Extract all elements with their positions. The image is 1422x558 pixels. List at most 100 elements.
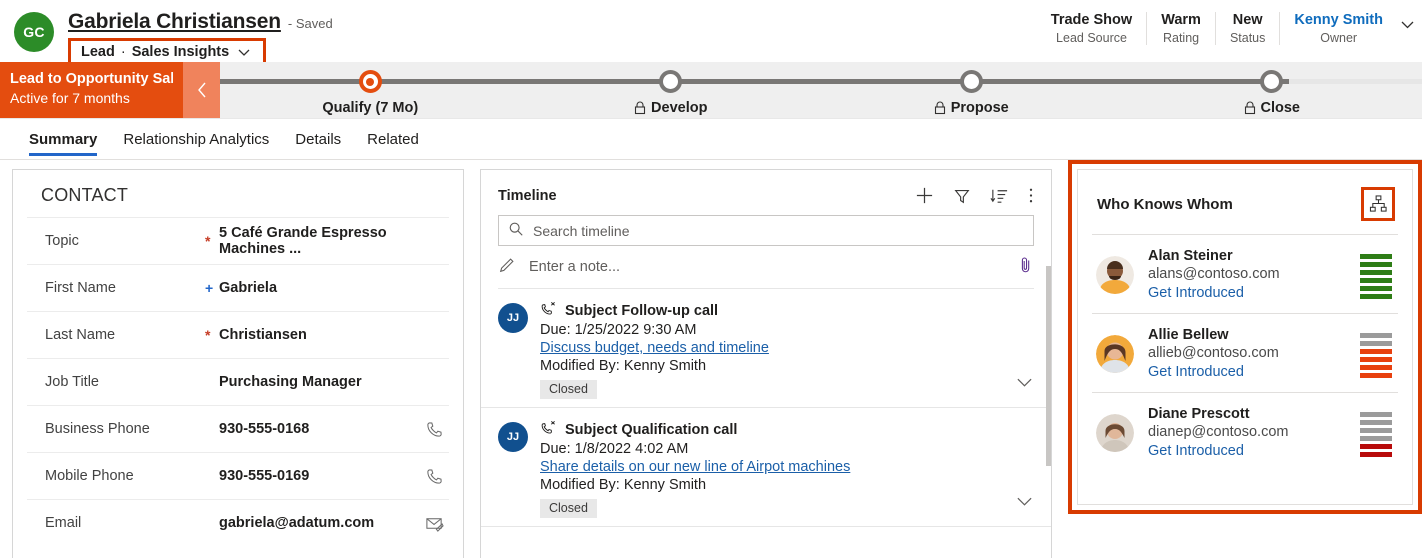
process-stage-propose[interactable]: Propose (821, 62, 1122, 118)
stage-label: Close (1244, 100, 1301, 116)
process-collapse-button[interactable] (183, 62, 220, 118)
filter-icon[interactable] (953, 187, 971, 205)
tab-details[interactable]: Details (282, 119, 354, 159)
who-knows-whom-person[interactable]: Diane Prescott dianep@contoso.com Get In… (1092, 393, 1398, 471)
status-badge: Closed (540, 499, 597, 518)
required-marker: * (205, 327, 219, 343)
header-field-owner[interactable]: Kenny Smith Owner (1279, 12, 1397, 45)
tab-label: Summary (29, 131, 97, 148)
get-introduced-link[interactable]: Get Introduced (1148, 443, 1360, 459)
person-name: Alan Steiner (1148, 248, 1360, 264)
tab-related[interactable]: Related (354, 119, 432, 159)
timeline-item-subject-row: Subject Follow-up call (540, 301, 1034, 320)
form-row-topic[interactable]: Topic * 5 Café Grande Espresso Machines … (27, 217, 449, 264)
page-title: Gabriela Christiansen (68, 10, 281, 34)
timeline-item-subject: Subject Follow-up call (565, 303, 718, 319)
field-label: Topic (45, 233, 205, 249)
add-icon[interactable] (915, 186, 934, 205)
form-row-mobile-phone[interactable]: Mobile Phone 930-555-0169 (27, 452, 449, 499)
who-knows-whom-person[interactable]: Allie Bellew allieb@contoso.com Get Intr… (1092, 314, 1398, 393)
org-chart-icon[interactable] (1361, 187, 1395, 221)
stage-label-text: Develop (651, 100, 707, 116)
form-row-first-name[interactable]: First Name + Gabriela (27, 264, 449, 311)
sort-icon[interactable] (990, 186, 1009, 205)
field-label: Job Title (45, 374, 205, 390)
timeline-item-body: Subject Qualification call Due: 1/8/2022… (540, 420, 1034, 518)
stage-node (1260, 70, 1283, 93)
attachment-icon[interactable] (1018, 256, 1034, 278)
header-field-lead-source[interactable]: Trade Show Lead Source (1037, 12, 1146, 45)
tab-label: Details (295, 131, 341, 148)
form-row-email[interactable]: Email gabriela@adatum.com (27, 499, 449, 546)
get-introduced-link[interactable]: Get Introduced (1148, 364, 1360, 380)
header-field-label: Lead Source (1056, 31, 1127, 45)
chevron-down-icon[interactable] (1016, 494, 1033, 512)
timeline-item-description[interactable]: Share details on our new line of Airpot … (540, 459, 1034, 475)
timeline-item-body: Subject Follow-up call Due: 1/25/2022 9:… (540, 301, 1034, 399)
status-badge: Closed (540, 380, 597, 399)
chevron-down-icon[interactable] (237, 45, 251, 59)
timeline-item-due: Due: 1/8/2022 4:02 AM (540, 441, 1034, 457)
timeline-title: Timeline (498, 188, 557, 204)
avatar (1096, 335, 1134, 373)
stage-label-text: Close (1261, 100, 1301, 116)
search-input[interactable] (533, 223, 1024, 239)
process-stage-qualify[interactable]: Qualify (7 Mo) (220, 62, 521, 118)
phone-icon[interactable] (419, 420, 449, 439)
process-duration: Active for 7 months (10, 89, 173, 108)
timeline-note-composer[interactable]: Enter a note... (498, 246, 1034, 289)
timeline-item[interactable]: JJ Subject Follow-up call Due: 1/25/2022… (481, 289, 1051, 408)
avatar (1096, 256, 1134, 294)
header-field-status[interactable]: New Status (1215, 12, 1279, 45)
tab-bar: Summary Relationship Analytics Details R… (0, 119, 1422, 160)
tab-label: Related (367, 131, 419, 148)
business-process-flow: Lead to Opportunity Sal... Active for 7 … (0, 62, 1422, 119)
search-icon (508, 221, 524, 240)
timeline-item-subject-row: Subject Qualification call (540, 420, 1034, 439)
field-value: Christiansen (219, 327, 419, 343)
header-field-value[interactable]: Kenny Smith (1294, 12, 1383, 28)
process-name-block[interactable]: Lead to Opportunity Sal... Active for 7 … (0, 62, 183, 118)
entity-type-label: Lead (81, 44, 115, 60)
header-field-label: Owner (1320, 31, 1357, 45)
who-knows-whom-person[interactable]: Alan Steiner alans@contoso.com Get Intro… (1092, 235, 1398, 314)
header-field-label: Rating (1163, 31, 1199, 45)
timeline-scrollbar[interactable] (1046, 170, 1051, 558)
lock-icon (934, 101, 946, 115)
timeline-item-description[interactable]: Discuss budget, needs and timeline (540, 340, 1034, 356)
timeline-item-avatar: JJ (498, 303, 528, 333)
field-value: Gabriela (219, 280, 419, 296)
field-label: Last Name (45, 327, 205, 343)
field-value: 930-555-0168 (219, 421, 419, 437)
chevron-down-icon[interactable] (1399, 16, 1416, 38)
form-row-job-title[interactable]: Job Title Purchasing Manager (27, 358, 449, 405)
email-icon[interactable] (419, 514, 449, 533)
form-row-last-name[interactable]: Last Name * Christiansen (27, 311, 449, 358)
get-introduced-link[interactable]: Get Introduced (1148, 285, 1360, 301)
header-titles: Gabriela Christiansen - Saved Lead · Sal… (68, 10, 333, 67)
process-stage-close[interactable]: Close (1122, 62, 1422, 118)
field-value: 930-555-0169 (219, 468, 419, 484)
tab-relationship-analytics[interactable]: Relationship Analytics (110, 119, 282, 159)
lock-icon (1244, 101, 1256, 115)
form-row-business-phone[interactable]: Business Phone 930-555-0168 (27, 405, 449, 452)
phone-icon[interactable] (419, 467, 449, 486)
who-knows-whom-highlight: Who Knows Whom (1068, 160, 1422, 514)
phone-call-icon (540, 420, 557, 439)
person-name: Allie Bellew (1148, 327, 1360, 343)
timeline-item[interactable]: JJ Subject Qualification call Due: 1/8/2… (481, 408, 1051, 527)
header-field-label: Status (1230, 31, 1265, 45)
process-stage-develop[interactable]: Develop (521, 62, 822, 118)
more-icon[interactable] (1028, 186, 1034, 205)
who-knows-whom-title: Who Knows Whom (1097, 196, 1233, 213)
header-field-rating[interactable]: Warm Rating (1146, 12, 1215, 45)
chevron-down-icon[interactable] (1016, 375, 1033, 393)
timeline-search[interactable] (498, 215, 1034, 246)
person-email: allieb@contoso.com (1148, 345, 1360, 361)
tab-summary[interactable]: Summary (16, 119, 110, 159)
timeline-scrollbar-thumb[interactable] (1046, 266, 1051, 466)
field-label: Business Phone (45, 421, 205, 437)
field-value: 5 Café Grande Espresso Machines ... (219, 225, 419, 257)
header-field-value: Trade Show (1051, 12, 1132, 28)
separator-dot: · (121, 44, 126, 60)
